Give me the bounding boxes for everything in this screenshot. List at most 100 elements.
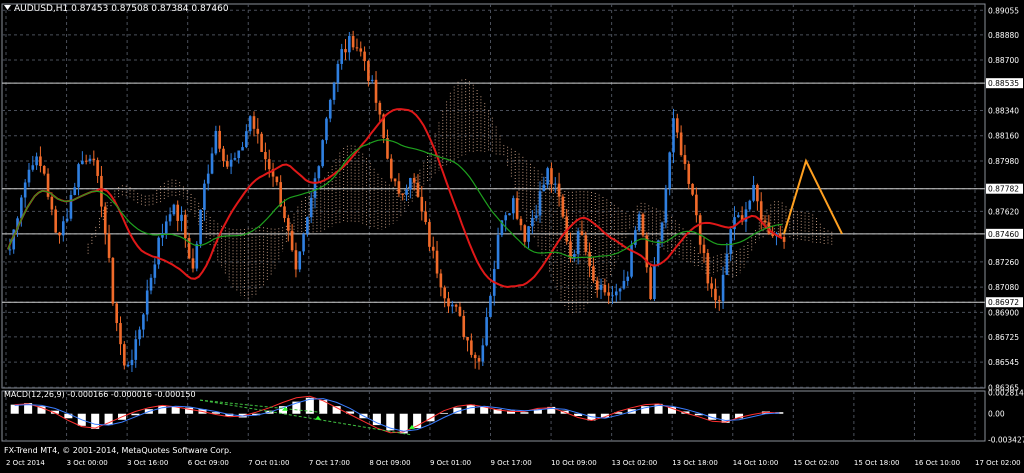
candle-body[interactable] xyxy=(424,211,427,223)
candle-body[interactable] xyxy=(142,314,145,330)
candle-body[interactable] xyxy=(603,284,607,293)
candle-body[interactable] xyxy=(691,183,694,195)
candle-body[interactable] xyxy=(462,315,466,337)
candle-body[interactable] xyxy=(252,116,256,129)
candle-body[interactable] xyxy=(729,229,733,254)
candle-body[interactable] xyxy=(325,118,328,141)
candle-body[interactable] xyxy=(145,290,149,315)
candle-body[interactable] xyxy=(31,165,35,170)
candle-body[interactable] xyxy=(264,151,267,160)
candle-body[interactable] xyxy=(260,133,263,152)
candle-body[interactable] xyxy=(466,336,469,341)
candle-body[interactable] xyxy=(275,176,279,183)
candle-body[interactable] xyxy=(115,303,118,324)
candle-body[interactable] xyxy=(233,158,237,160)
candlesticks[interactable] xyxy=(8,30,786,373)
candle-body[interactable] xyxy=(184,214,187,239)
candle-body[interactable] xyxy=(210,153,214,174)
candle-body[interactable] xyxy=(73,187,77,195)
candle-body[interactable] xyxy=(161,233,164,238)
candle-body[interactable] xyxy=(54,209,57,233)
candle-body[interactable] xyxy=(515,198,519,219)
candle-body[interactable] xyxy=(386,138,389,159)
candle-body[interactable] xyxy=(439,273,443,288)
candle-body[interactable] xyxy=(717,300,721,302)
candle-body[interactable] xyxy=(485,317,488,346)
candle-body[interactable] xyxy=(614,291,618,296)
candle-body[interactable] xyxy=(641,214,645,236)
candle-body[interactable] xyxy=(431,246,435,251)
candle-body[interactable] xyxy=(290,230,294,251)
candle-body[interactable] xyxy=(123,344,126,366)
candle-body[interactable] xyxy=(126,365,130,367)
candle-body[interactable] xyxy=(737,215,740,218)
candle-body[interactable] xyxy=(317,166,321,179)
candle-body[interactable] xyxy=(344,49,347,53)
candle-body[interactable] xyxy=(309,197,313,218)
candle-body[interactable] xyxy=(626,276,630,281)
candle-body[interactable] xyxy=(107,233,111,258)
candle-body[interactable] xyxy=(81,160,84,165)
candle-body[interactable] xyxy=(672,118,675,153)
candle-body[interactable] xyxy=(92,158,96,161)
candle-body[interactable] xyxy=(351,36,355,48)
candle-body[interactable] xyxy=(531,217,534,227)
candle-body[interactable] xyxy=(218,130,221,149)
candle-body[interactable] xyxy=(199,209,202,244)
candle-body[interactable] xyxy=(294,250,298,270)
candle-body[interactable] xyxy=(416,182,420,197)
candle-body[interactable] xyxy=(496,235,500,270)
candle-body[interactable] xyxy=(23,182,27,198)
candle-body[interactable] xyxy=(363,51,366,62)
candle-body[interactable] xyxy=(20,197,23,219)
candle-body[interactable] xyxy=(450,304,454,307)
candle-body[interactable] xyxy=(69,194,73,219)
candle-body[interactable] xyxy=(27,169,31,183)
candle-body[interactable] xyxy=(595,280,599,290)
candle-body[interactable] xyxy=(477,358,481,362)
candle-body[interactable] xyxy=(721,274,725,302)
candle-body[interactable] xyxy=(393,178,397,182)
candle-body[interactable] xyxy=(534,215,538,218)
candle-body[interactable] xyxy=(443,287,446,299)
candle-body[interactable] xyxy=(550,168,553,185)
candle-body[interactable] xyxy=(481,345,485,362)
candle-body[interactable] xyxy=(752,184,755,201)
candle-body[interactable] xyxy=(157,237,160,265)
candle-body[interactable] xyxy=(214,130,218,154)
candle-body[interactable] xyxy=(348,36,351,53)
candle-body[interactable] xyxy=(138,329,141,340)
candle-body[interactable] xyxy=(710,283,713,289)
candle-body[interactable] xyxy=(367,61,370,81)
candle-body[interactable] xyxy=(405,189,408,195)
candle-body[interactable] xyxy=(569,241,572,259)
candle-body[interactable] xyxy=(622,280,626,289)
candle-body[interactable] xyxy=(756,184,759,202)
candle-body[interactable] xyxy=(359,48,363,52)
candle-body[interactable] xyxy=(389,158,393,179)
menu-triangle-icon[interactable] xyxy=(4,5,11,10)
candle-body[interactable] xyxy=(580,231,584,236)
candle-body[interactable] xyxy=(599,284,603,290)
candle-body[interactable] xyxy=(203,183,206,210)
candle-body[interactable] xyxy=(588,251,591,267)
candle-body[interactable] xyxy=(748,200,752,210)
candle-body[interactable] xyxy=(134,339,138,360)
candle-body[interactable] xyxy=(164,221,168,234)
candle-body[interactable] xyxy=(664,188,668,223)
candle-body[interactable] xyxy=(130,359,134,366)
candle-body[interactable] xyxy=(302,233,305,252)
candle-body[interactable] xyxy=(656,240,660,265)
candle-body[interactable] xyxy=(39,156,42,166)
candle-body[interactable] xyxy=(370,79,374,81)
candle-body[interactable] xyxy=(96,160,99,176)
candle-body[interactable] xyxy=(336,63,340,83)
macd-panel[interactable] xyxy=(10,395,784,436)
candle-body[interactable] xyxy=(241,147,244,151)
candle-body[interactable] xyxy=(542,184,546,192)
candle-body[interactable] xyxy=(397,181,401,194)
candle-body[interactable] xyxy=(489,295,492,318)
candle-body[interactable] xyxy=(332,82,336,100)
candle-body[interactable] xyxy=(458,306,462,316)
candle-body[interactable] xyxy=(77,164,80,188)
